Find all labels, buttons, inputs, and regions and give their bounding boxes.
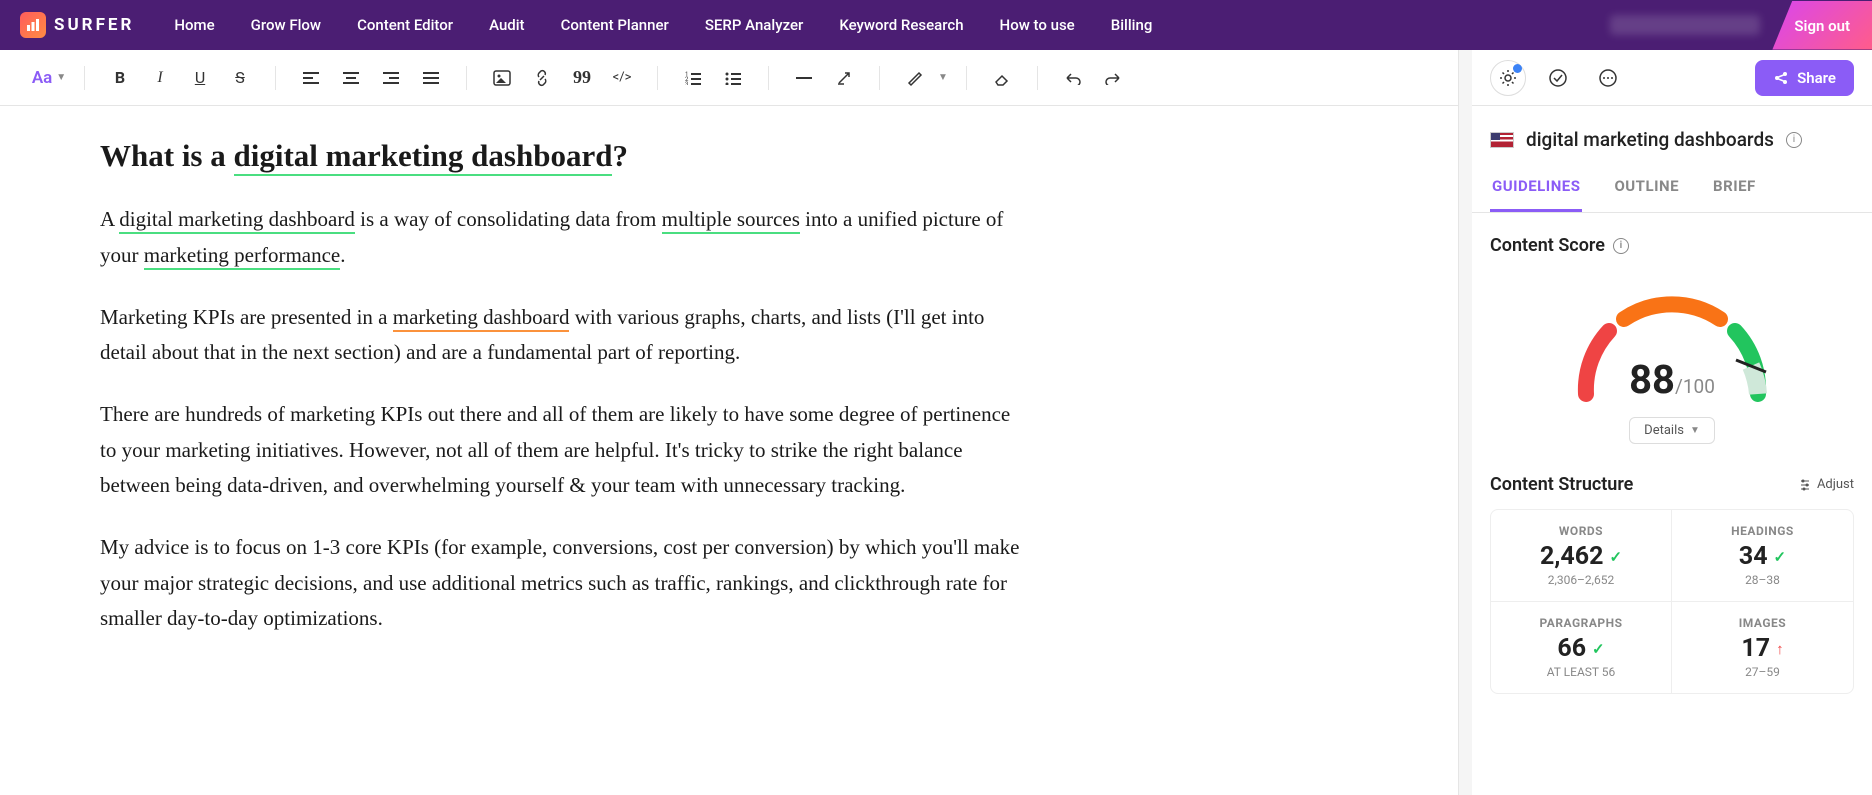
content-area[interactable]: What is a digital marketing dashboard? A… — [0, 106, 1458, 795]
notification-dot — [1513, 64, 1522, 73]
keyword-text: digital marketing dashboards — [1526, 128, 1774, 151]
more-icon — [1598, 68, 1618, 88]
paragraph[interactable]: A digital marketing dashboard is a way o… — [100, 202, 1020, 273]
check-button[interactable] — [1540, 60, 1576, 96]
editor-toolbar: Aa▼ B I U S 99 </> — [0, 50, 1458, 106]
term-highlight: digital marketing dashboard — [119, 207, 355, 234]
chevron-down-icon[interactable]: ▼ — [938, 72, 948, 83]
redo-button[interactable] — [1096, 61, 1130, 95]
undo-button[interactable] — [1056, 61, 1090, 95]
code-button[interactable]: </> — [605, 61, 639, 95]
horizontal-rule-button[interactable] — [787, 61, 821, 95]
clear-format-button[interactable] — [827, 61, 861, 95]
term-highlight: digital marketing dashboard — [234, 138, 613, 176]
structure-header: Content Structure Adjust — [1490, 474, 1854, 495]
sidebar-tabs: GUIDELINES OUTLINE BRIEF — [1472, 165, 1872, 213]
details-toggle[interactable]: Details ▼ — [1629, 417, 1715, 444]
brand-text: SURFER — [54, 15, 134, 35]
arrow-up-icon: ↑ — [1776, 640, 1784, 658]
link-button[interactable] — [525, 61, 559, 95]
chevron-down-icon: ▼ — [1690, 425, 1700, 436]
content-score-title: Content Score i — [1490, 235, 1854, 256]
content-structure-title: Content Structure — [1490, 474, 1633, 495]
more-button[interactable] — [1590, 60, 1626, 96]
align-right-button[interactable] — [374, 61, 408, 95]
share-button[interactable]: Share — [1755, 60, 1854, 96]
nav-content-planner[interactable]: Content Planner — [561, 16, 669, 34]
scrollbar[interactable] — [1459, 50, 1472, 795]
unordered-list-button[interactable] — [716, 61, 750, 95]
align-center-button[interactable] — [334, 61, 368, 95]
nav-audit[interactable]: Audit — [489, 16, 524, 34]
underline-button[interactable]: U — [183, 61, 217, 95]
metric-headings: HEADINGS 34✓ 28–38 — [1672, 510, 1853, 602]
strikethrough-button[interactable]: S — [223, 61, 257, 95]
text-style-dropdown[interactable]: Aa▼ — [32, 61, 66, 95]
highlight-button[interactable] — [898, 61, 932, 95]
check-icon: ✓ — [1592, 640, 1605, 658]
nav-items: Home Grow Flow Content Editor Audit Cont… — [174, 16, 1152, 34]
sliders-icon — [1799, 479, 1811, 491]
nav-home[interactable]: Home — [174, 16, 214, 34]
metric-words: WORDS 2,462✓ 2,306–2,652 — [1491, 510, 1672, 602]
editor-column: Aa▼ B I U S 99 </> — [0, 50, 1459, 795]
adjust-button[interactable]: Adjust — [1799, 477, 1854, 492]
nav-billing[interactable]: Billing — [1111, 16, 1153, 34]
paragraph[interactable]: My advice is to focus on 1-3 core KPIs (… — [100, 530, 1020, 637]
paragraph[interactable]: There are hundreds of marketing KPIs out… — [100, 397, 1020, 504]
signout-wrap: Sign out — [1772, 1, 1872, 50]
tab-outline[interactable]: OUTLINE — [1612, 165, 1681, 212]
nav-keyword-research[interactable]: Keyword Research — [839, 16, 963, 34]
heading-h2[interactable]: What is a digital marketing dashboard? — [100, 136, 1020, 176]
user-email — [1610, 15, 1760, 35]
tab-brief[interactable]: BRIEF — [1711, 165, 1758, 212]
term-highlight: marketing performance — [144, 243, 341, 270]
check-icon: ✓ — [1609, 548, 1622, 566]
structure-grid: WORDS 2,462✓ 2,306–2,652 HEADINGS 34✓ 28… — [1490, 509, 1854, 694]
eraser-button[interactable] — [985, 61, 1019, 95]
nav-content-editor[interactable]: Content Editor — [357, 16, 453, 34]
svg-text:3: 3 — [685, 81, 688, 85]
metric-paragraphs: PARAGRAPHS 66✓ AT LEAST 56 — [1491, 602, 1672, 693]
top-nav: SURFER Home Grow Flow Content Editor Aud… — [0, 0, 1872, 50]
ordered-list-button[interactable]: 123 — [676, 61, 710, 95]
term-highlight: marketing dashboard — [393, 305, 570, 332]
chevron-down-icon: ▼ — [56, 72, 66, 83]
nav-grow-flow[interactable]: Grow Flow — [251, 16, 321, 34]
metric-images: IMAGES 17↑ 27–59 — [1672, 602, 1853, 693]
image-button[interactable] — [485, 61, 519, 95]
keyword-row: digital marketing dashboards i — [1472, 106, 1872, 165]
align-left-button[interactable] — [294, 61, 328, 95]
document-body[interactable]: What is a digital marketing dashboard? A… — [100, 136, 1020, 637]
score-gauge: 88/100 Details ▼ — [1490, 274, 1854, 452]
tab-guidelines[interactable]: GUIDELINES — [1490, 165, 1582, 212]
check-circle-icon — [1548, 68, 1568, 88]
nav-how-to-use[interactable]: How to use — [1000, 16, 1075, 34]
logo-icon — [20, 12, 46, 38]
info-icon[interactable]: i — [1613, 238, 1629, 254]
sidebar-header: Share — [1472, 50, 1872, 106]
settings-button[interactable] — [1490, 60, 1526, 96]
nav-right: Sign out — [1610, 1, 1872, 50]
paragraph[interactable]: Marketing KPIs are presented in a market… — [100, 300, 1020, 371]
signout-button[interactable]: Sign out — [1794, 17, 1850, 35]
nav-serp-analyzer[interactable]: SERP Analyzer — [705, 16, 803, 34]
bold-button[interactable]: B — [103, 61, 137, 95]
italic-button[interactable]: I — [143, 61, 177, 95]
info-icon[interactable]: i — [1786, 132, 1802, 148]
flag-us-icon — [1490, 132, 1514, 148]
logo[interactable]: SURFER — [20, 12, 134, 38]
main: Aa▼ B I U S 99 </> — [0, 50, 1872, 795]
sidebar-body: Content Score i 88/100 De — [1472, 213, 1872, 795]
sidebar: Share digital marketing dashboards i GUI… — [1472, 50, 1872, 795]
align-justify-button[interactable] — [414, 61, 448, 95]
term-highlight: multiple sources — [662, 207, 800, 234]
share-icon — [1773, 70, 1789, 86]
check-icon: ✓ — [1774, 548, 1787, 566]
quote-button[interactable]: 99 — [565, 61, 599, 95]
